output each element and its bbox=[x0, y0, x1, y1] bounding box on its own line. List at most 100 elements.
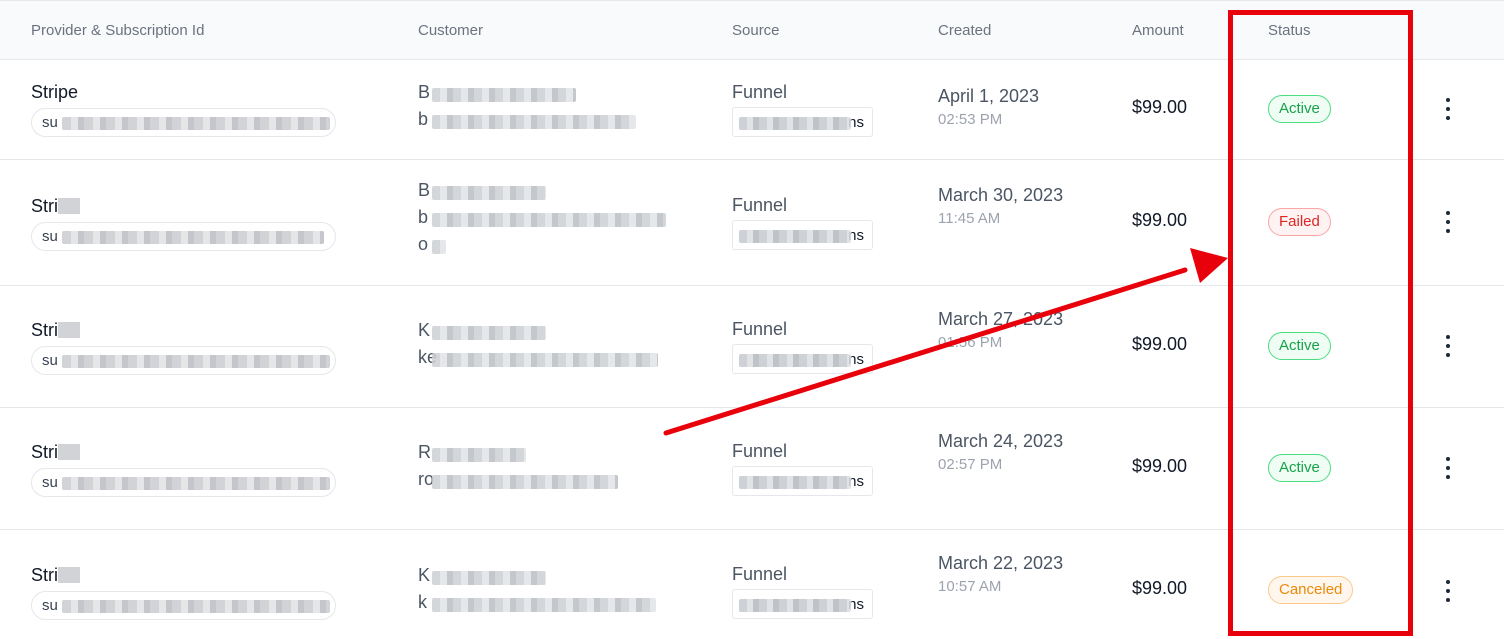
source-type: Funnel bbox=[732, 441, 788, 461]
header-status[interactable]: Status bbox=[1268, 22, 1311, 39]
redacted-block bbox=[58, 198, 80, 214]
status-cell: Active bbox=[1268, 332, 1331, 360]
created-date: March 24, 2023 bbox=[938, 431, 1064, 451]
redacted-block bbox=[432, 571, 546, 585]
table-row[interactable]: Stripe su B b Funnel ns April 1, 2023 02… bbox=[0, 60, 1504, 160]
customer-cell: B b o bbox=[418, 180, 666, 261]
provider-name-prefix: Stri bbox=[31, 565, 58, 585]
header-source[interactable]: Source bbox=[732, 22, 780, 39]
customer-name: K bbox=[418, 565, 546, 592]
redacted-block bbox=[432, 186, 546, 200]
customer-email-prefix: b bbox=[418, 109, 429, 129]
source-name-pill[interactable]: ns bbox=[732, 220, 873, 250]
source-type: Funnel bbox=[732, 564, 788, 584]
customer-email-cont: o bbox=[418, 234, 446, 261]
subscription-id-prefix: su bbox=[42, 114, 58, 131]
subscription-id-pill[interactable]: su bbox=[31, 468, 336, 497]
redacted-block bbox=[62, 477, 330, 490]
customer-name-prefix: B bbox=[418, 180, 431, 200]
kebab-menu-icon[interactable] bbox=[1440, 333, 1456, 359]
header-customer[interactable]: Customer bbox=[418, 22, 483, 39]
redacted-block bbox=[58, 567, 80, 583]
redacted-block bbox=[62, 231, 324, 244]
kebab-menu-icon[interactable] bbox=[1440, 209, 1456, 235]
source-name-pill[interactable]: ns bbox=[732, 589, 873, 619]
customer-email: ro bbox=[418, 469, 618, 496]
redacted-block bbox=[62, 600, 330, 613]
header-amount[interactable]: Amount bbox=[1132, 22, 1184, 39]
customer-name-prefix: K bbox=[418, 320, 431, 340]
customer-cell: K ke bbox=[418, 320, 658, 374]
customer-name-prefix: K bbox=[418, 565, 431, 585]
provider-cell: Stri su bbox=[31, 442, 336, 497]
subscription-id-pill[interactable]: su bbox=[31, 108, 336, 137]
kebab-menu-icon[interactable] bbox=[1440, 96, 1456, 122]
created-cell: March 30, 2023 11:45 AM bbox=[938, 182, 1068, 227]
subscription-id-pill[interactable]: su bbox=[31, 222, 336, 251]
header-created[interactable]: Created bbox=[938, 22, 991, 39]
table-row[interactable]: Stri su K ke Funnel ns March 27, 2023 01… bbox=[0, 286, 1504, 408]
source-name-pill[interactable]: ns bbox=[732, 344, 873, 374]
source-name-pill[interactable]: ns bbox=[732, 107, 873, 137]
kebab-menu-icon[interactable] bbox=[1440, 455, 1456, 481]
subscriptions-table: Provider & Subscription Id Customer Sour… bbox=[0, 0, 1504, 639]
customer-email: ke bbox=[418, 347, 658, 374]
provider-name-prefix: Stri bbox=[31, 320, 58, 340]
created-time: 10:57 AM bbox=[938, 578, 1002, 595]
created-cell: March 22, 2023 10:57 AM bbox=[938, 550, 1068, 595]
status-cell: Failed bbox=[1268, 208, 1331, 236]
table-row[interactable]: Stri su R ro Funnel ns March 24, 2023 02… bbox=[0, 408, 1504, 530]
customer-cell: R ro bbox=[418, 442, 618, 496]
redacted-block bbox=[432, 598, 656, 612]
redacted-block bbox=[58, 322, 80, 338]
customer-email: k bbox=[418, 592, 656, 619]
redacted-block bbox=[432, 475, 618, 489]
created-time: 02:53 PM bbox=[938, 111, 1003, 128]
provider-cell: Stri su bbox=[31, 320, 336, 375]
provider-name-prefix: Stri bbox=[31, 442, 58, 462]
header-provider[interactable]: Provider & Subscription Id bbox=[31, 22, 204, 39]
customer-email-prefix: b bbox=[418, 207, 429, 227]
redacted-block bbox=[739, 476, 851, 489]
status-cell: Active bbox=[1268, 95, 1331, 123]
kebab-menu-icon[interactable] bbox=[1440, 578, 1456, 604]
customer-cell: K k bbox=[418, 565, 656, 619]
source-cell: Funnel ns bbox=[732, 82, 873, 137]
created-date: March 22, 2023 bbox=[938, 553, 1064, 573]
redacted-block bbox=[739, 117, 851, 130]
redacted-block bbox=[432, 240, 446, 254]
customer-name: R bbox=[418, 442, 526, 469]
source-type: Funnel bbox=[732, 195, 788, 215]
customer-email: b bbox=[418, 109, 636, 136]
amount: $99.00 bbox=[1132, 578, 1188, 598]
customer-email-prefix: k bbox=[418, 592, 427, 612]
provider-name: Stri bbox=[31, 442, 336, 463]
customer-email: b bbox=[418, 207, 666, 234]
customer-name-prefix: R bbox=[418, 442, 431, 462]
table-header: Provider & Subscription Id Customer Sour… bbox=[0, 0, 1504, 60]
subscription-id-prefix: su bbox=[42, 352, 58, 369]
redacted-block bbox=[432, 115, 636, 129]
customer-email-prefix: o bbox=[418, 234, 429, 254]
redacted-block bbox=[432, 213, 666, 227]
customer-name: K bbox=[418, 320, 546, 347]
table-row[interactable]: Stri su K k Funnel ns March 22, 2023 10:… bbox=[0, 530, 1504, 639]
amount: $99.00 bbox=[1132, 456, 1188, 476]
redacted-block bbox=[62, 117, 330, 130]
created-time: 02:57 PM bbox=[938, 456, 1003, 473]
subscription-id-prefix: su bbox=[42, 597, 58, 614]
customer-name-prefix: B bbox=[418, 82, 431, 102]
subscription-id-pill[interactable]: su bbox=[31, 346, 336, 375]
source-type: Funnel bbox=[732, 82, 788, 102]
redacted-block bbox=[58, 444, 80, 460]
source-cell: Funnel ns bbox=[732, 564, 873, 619]
source-name-pill[interactable]: ns bbox=[732, 466, 873, 496]
source-type: Funnel bbox=[732, 319, 788, 339]
table-row[interactable]: Stri su B b o Funnel ns March 30, 2023 1… bbox=[0, 160, 1504, 286]
subscription-id-pill[interactable]: su bbox=[31, 591, 336, 620]
provider-name: Stripe bbox=[31, 82, 79, 102]
created-cell: March 27, 2023 01:56 PM bbox=[938, 306, 1068, 351]
created-date: March 27, 2023 bbox=[938, 309, 1064, 329]
redacted-block bbox=[432, 326, 546, 340]
status-badge: Active bbox=[1268, 332, 1331, 360]
